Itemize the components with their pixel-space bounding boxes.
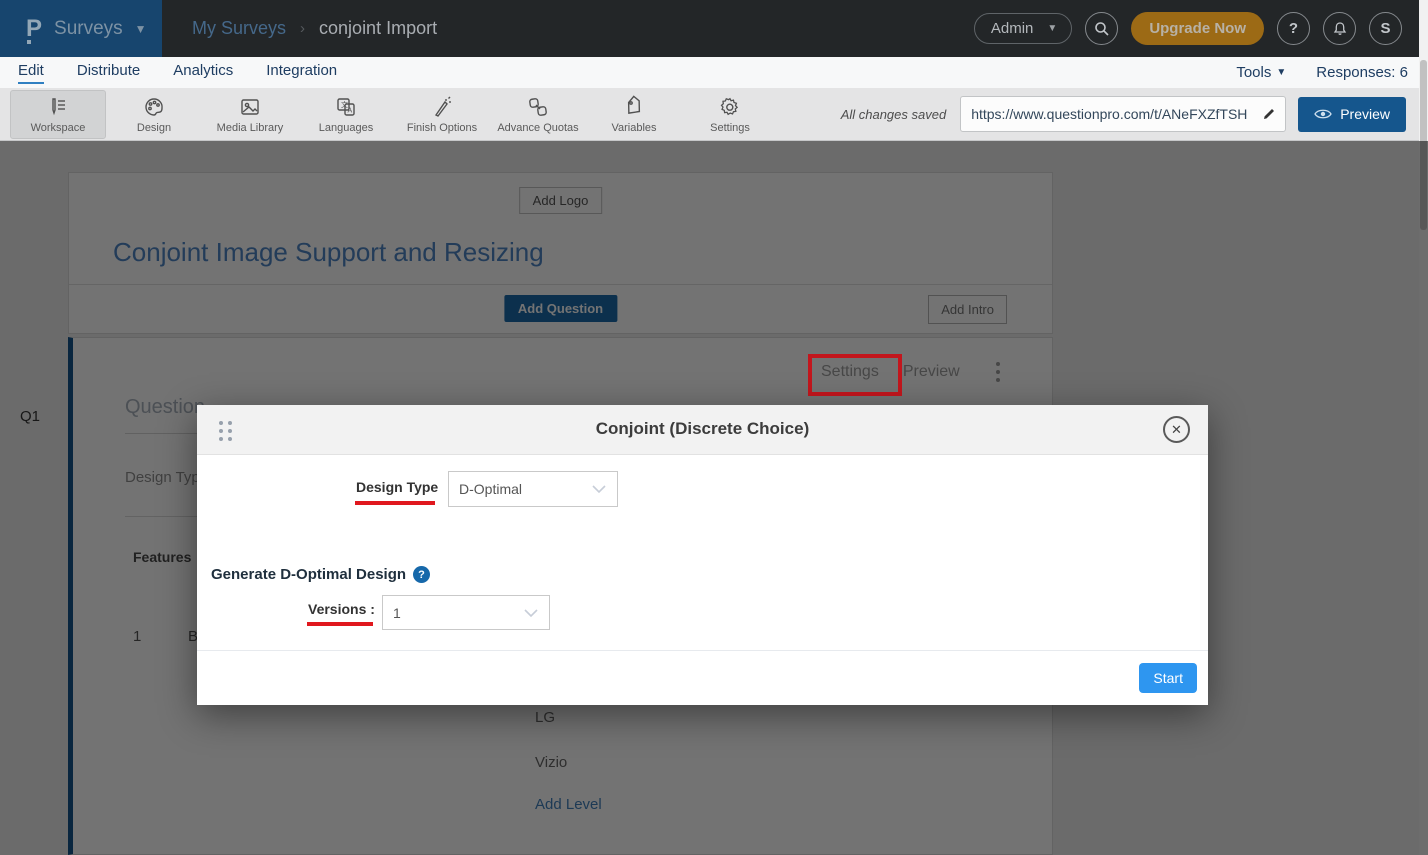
survey-url-box <box>960 96 1286 132</box>
help-icon[interactable]: ? <box>413 566 430 583</box>
toolbar-item-finish-options[interactable]: Finish Options <box>394 90 490 139</box>
notifications-button[interactable] <box>1323 12 1356 45</box>
bell-icon <box>1332 21 1348 37</box>
eye-icon <box>1314 108 1332 120</box>
breadcrumb-current: conjoint Import <box>319 18 437 39</box>
questionpro-logo-icon: P <box>26 17 42 41</box>
variables-icon <box>622 95 646 119</box>
tab-analytics[interactable]: Analytics <box>173 62 233 84</box>
modal-header: Conjoint (Discrete Choice) ✕ <box>197 405 1208 455</box>
settings-highlight-annotation <box>808 354 902 396</box>
toolbar-item-advance-quotas[interactable]: Advance Quotas <box>490 90 586 139</box>
caret-down-icon: ▼ <box>1276 67 1286 78</box>
autosave-status: All changes saved <box>841 107 947 122</box>
workspace-icon <box>46 95 70 119</box>
chevron-down-icon: ▼ <box>135 22 147 36</box>
responses-count[interactable]: Responses: 6 <box>1316 64 1408 81</box>
generate-design-heading-text: Generate D-Optimal Design <box>211 566 406 583</box>
toolbar-item-label: Variables <box>611 122 656 134</box>
toolbar-item-media-library[interactable]: Media Library <box>202 90 298 139</box>
search-button[interactable] <box>1085 12 1118 45</box>
toolbar-item-design[interactable]: Design <box>106 90 202 139</box>
media-library-icon <box>238 95 262 119</box>
admin-label: Admin <box>991 20 1034 37</box>
toolbar-item-label: Advance Quotas <box>497 122 578 134</box>
preview-button-label: Preview <box>1340 106 1390 122</box>
chevron-down-icon <box>523 608 539 618</box>
modal-close-button[interactable]: ✕ <box>1163 416 1190 443</box>
tools-label: Tools <box>1236 64 1271 81</box>
toolbar-item-workspace[interactable]: Workspace <box>10 90 106 139</box>
tab-distribute[interactable]: Distribute <box>77 62 140 84</box>
design-palette-icon <box>142 95 166 119</box>
versions-label: Versions : <box>308 601 375 617</box>
breadcrumb-separator-icon: › <box>300 20 305 37</box>
search-icon <box>1094 21 1110 37</box>
survey-toolbar: Workspace Design Media Library 文A Langua… <box>0 88 1428 141</box>
top-bar: P Surveys ▼ My Surveys › conjoint Import… <box>0 0 1428 57</box>
versions-underline-annotation <box>307 622 373 626</box>
toolbar-item-label: Settings <box>710 122 750 134</box>
versions-value: 1 <box>393 605 401 621</box>
toolbar-item-label: Finish Options <box>407 122 477 134</box>
product-name: Surveys <box>54 18 123 40</box>
admin-dropdown[interactable]: Admin ▼ <box>974 13 1072 44</box>
modal-title: Conjoint (Discrete Choice) <box>197 419 1208 439</box>
languages-icon: 文A <box>334 95 358 119</box>
upgrade-now-button[interactable]: Upgrade Now <box>1131 12 1264 45</box>
toolbar-item-label: Design <box>137 122 171 134</box>
surveys-product-menu[interactable]: P Surveys ▼ <box>0 0 162 57</box>
section-nav: Edit Distribute Analytics Integration To… <box>0 57 1428 88</box>
svg-text:A: A <box>348 107 353 114</box>
breadcrumb: My Surveys › conjoint Import <box>192 18 437 39</box>
toolbar-item-settings[interactable]: Settings <box>682 90 778 139</box>
chevron-down-icon <box>591 484 607 494</box>
finish-options-icon <box>430 95 454 119</box>
tab-edit[interactable]: Edit <box>18 62 44 84</box>
toolbar-item-label: Workspace <box>31 122 86 134</box>
toolbar-item-label: Languages <box>319 122 373 134</box>
generate-design-heading: Generate D-Optimal Design ? <box>211 566 430 583</box>
settings-gear-icon <box>718 95 742 119</box>
design-type-value: D-Optimal <box>459 481 522 497</box>
toolbar-item-variables[interactable]: Variables <box>586 90 682 139</box>
toolbar-item-label: Media Library <box>217 122 284 134</box>
design-type-select[interactable]: D-Optimal <box>448 471 618 507</box>
breadcrumb-my-surveys[interactable]: My Surveys <box>192 18 286 39</box>
survey-url-input[interactable] <box>971 106 1261 122</box>
versions-select[interactable]: 1 <box>382 595 550 630</box>
tools-dropdown[interactable]: Tools ▼ <box>1236 64 1286 81</box>
help-button[interactable]: ? <box>1277 12 1310 45</box>
toolbar-item-languages[interactable]: 文A Languages <box>298 90 394 139</box>
advance-quotas-icon <box>526 95 550 119</box>
design-type-label: Design Type <box>356 479 438 495</box>
chevron-down-icon: ▼ <box>1047 23 1057 34</box>
preview-button[interactable]: Preview <box>1298 97 1406 132</box>
modal-footer-divider <box>197 650 1208 651</box>
start-button[interactable]: Start <box>1139 663 1197 693</box>
avatar[interactable]: S <box>1369 12 1402 45</box>
design-type-underline-annotation <box>355 501 435 505</box>
tab-integration[interactable]: Integration <box>266 62 337 84</box>
edit-pencil-icon[interactable] <box>1261 106 1277 122</box>
conjoint-settings-modal: Conjoint (Discrete Choice) ✕ Design Type… <box>197 405 1208 705</box>
